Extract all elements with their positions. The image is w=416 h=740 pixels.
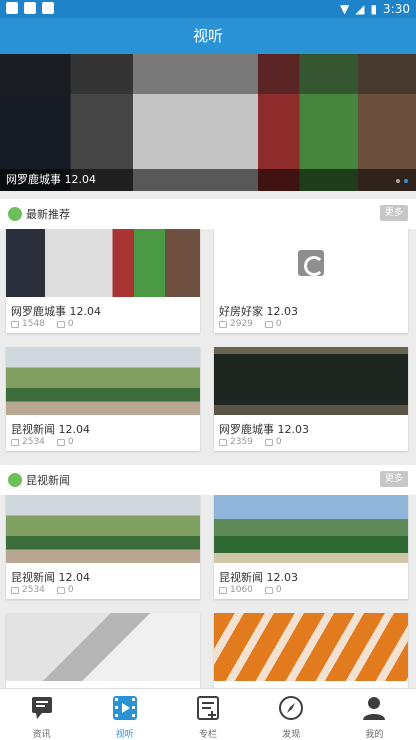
notification-icon — [24, 2, 36, 14]
section-icon — [8, 207, 22, 221]
video-title: 昆视新闻 12.04 — [11, 423, 90, 436]
tab-discover[interactable]: 发现 — [250, 689, 333, 740]
video-card[interactable]: 昆视新闻 12.04 2534 0 — [6, 495, 200, 599]
views-count: 2929 — [230, 319, 253, 329]
video-title: 好房好家 12.03 — [219, 305, 298, 318]
video-card[interactable]: 昆视新闻 12.03 1060 0 — [214, 495, 408, 599]
video-title: 网罗鹿城事 12.04 — [11, 305, 101, 318]
video-thumbnail — [214, 347, 408, 415]
comments-count: 0 — [67, 585, 74, 595]
video-icon — [112, 696, 137, 720]
video-title: 网罗鹿城事 12.03 — [219, 423, 309, 436]
column-icon — [197, 696, 219, 720]
video-thumbnail — [214, 229, 408, 297]
hero-caption: 网罗鹿城事 12.04 — [0, 169, 416, 191]
section-title: 最新推荐 — [26, 208, 70, 221]
status-time: 3:30 — [383, 2, 410, 16]
more-button[interactable]: 更多 — [380, 205, 408, 221]
comments-icon — [56, 586, 65, 594]
app-bar: 视听 — [0, 18, 416, 54]
recommended-grid: 网罗鹿城事 12.04 1548 0 好房好家 12.03 2929 0 昆视新… — [0, 229, 416, 453]
views-count: 2534 — [22, 437, 45, 447]
comments-count: 0 — [275, 437, 282, 447]
views-count: 2534 — [22, 585, 45, 595]
views-count: 1548 — [22, 319, 45, 329]
tab-news[interactable]: 资讯 — [0, 689, 83, 740]
user-icon — [363, 697, 386, 720]
notification-icon — [6, 2, 18, 14]
views-icon — [11, 586, 19, 594]
comments-icon — [264, 320, 273, 328]
video-card[interactable]: 网罗鹿城事 12.03 2359 0 — [214, 347, 408, 451]
section-icon — [8, 473, 22, 487]
more-button[interactable]: 更多 — [380, 471, 408, 487]
video-title: 昆视新闻 12.04 — [11, 571, 90, 584]
views-icon — [219, 320, 227, 328]
views-icon — [219, 586, 227, 594]
tab-label: 我的 — [365, 730, 384, 740]
video-card[interactable]: 昆视新闻 12.04 2534 0 — [6, 347, 200, 451]
video-card[interactable] — [6, 613, 200, 688]
video-card[interactable] — [214, 613, 408, 688]
video-card[interactable]: 好房好家 12.03 2929 0 — [214, 229, 408, 333]
comments-count: 0 — [275, 585, 282, 595]
views-icon — [219, 438, 227, 446]
battery-icon: ▮ — [370, 2, 378, 16]
tab-profile[interactable]: 我的 — [333, 689, 416, 740]
video-thumbnail — [214, 495, 408, 563]
comments-icon — [264, 586, 273, 594]
section-title: 昆视新闻 — [26, 474, 70, 487]
carousel-dot-active[interactable] — [404, 179, 408, 183]
video-thumbnail — [214, 613, 408, 681]
views-icon — [11, 438, 19, 446]
video-title: 昆视新闻 12.03 — [219, 571, 298, 584]
news-grid: 昆视新闻 12.04 2534 0 昆视新闻 12.03 1060 0 — [0, 495, 416, 688]
video-thumbnail — [6, 229, 200, 297]
tab-label: 视听 — [115, 730, 134, 740]
video-thumbnail — [6, 613, 200, 681]
tab-label: 资讯 — [32, 730, 51, 740]
placeholder-logo-icon — [298, 250, 324, 276]
carousel-dot[interactable] — [396, 179, 400, 183]
tab-label: 发现 — [282, 730, 301, 740]
section-header-recommended: 最新推荐 更多 — [0, 199, 416, 229]
video-thumbnail — [6, 495, 200, 563]
page-title: 视听 — [192, 27, 223, 45]
news-icon — [31, 697, 52, 719]
tab-video[interactable]: 视听 — [83, 689, 166, 740]
compass-icon — [279, 696, 304, 720]
video-card[interactable]: 网罗鹿城事 12.04 1548 0 — [6, 229, 200, 333]
bottom-tab-bar: 资讯 视听 专栏 发现 我的 — [0, 688, 416, 740]
wifi-icon: ▼ — [339, 2, 350, 16]
signal-icon: ◢ — [355, 2, 365, 16]
views-count: 1060 — [230, 585, 253, 595]
video-thumbnail — [6, 347, 200, 415]
hero-banner[interactable]: 网罗鹿城事 12.04 — [0, 54, 416, 191]
comments-icon — [264, 438, 273, 446]
comments-icon — [56, 438, 65, 446]
comments-count: 0 — [67, 437, 74, 447]
views-icon — [11, 320, 19, 328]
views-count: 2359 — [230, 437, 253, 447]
tab-label: 专栏 — [199, 730, 218, 740]
status-bar: ▼ ◢ ▮ 3:30 — [0, 0, 416, 18]
section-header-news: 昆视新闻 更多 — [0, 465, 416, 495]
comments-icon — [56, 320, 65, 328]
comments-count: 0 — [275, 319, 282, 329]
comments-count: 0 — [67, 319, 74, 329]
tab-column[interactable]: 专栏 — [166, 689, 249, 740]
carousel-dots — [396, 179, 408, 183]
app-icon — [42, 2, 54, 14]
